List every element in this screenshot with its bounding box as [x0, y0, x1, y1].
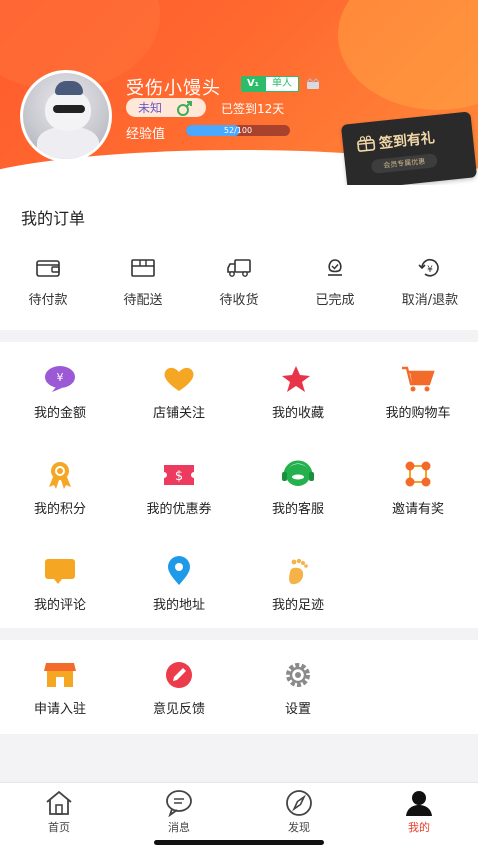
- tab-label: 消息: [168, 821, 190, 834]
- medal-icon: [49, 462, 71, 489]
- home-indicator: [154, 840, 324, 845]
- male-icon: [177, 101, 192, 116]
- service-label: 设置: [284, 702, 311, 717]
- settings-icon: [286, 663, 310, 687]
- gender-text: 未知: [138, 101, 163, 115]
- service-label: 我的优惠券: [146, 502, 212, 517]
- section-divider: [0, 330, 478, 342]
- vip-level-badge: V₁: [241, 76, 265, 92]
- settings[interactable]: 设置: [243, 660, 353, 717]
- order-pending-delivery[interactable]: 待配送: [98, 257, 188, 308]
- order-label: 待配送: [123, 293, 163, 308]
- signin-reward-card[interactable]: 签到有礼 会员专属优惠: [340, 111, 478, 185]
- home-icon: [46, 790, 72, 815]
- tab-discover[interactable]: 发现: [259, 789, 339, 835]
- svg-text:$: $: [175, 469, 183, 484]
- tab-home[interactable]: 首页: [19, 789, 99, 835]
- gift-icon: [357, 135, 376, 152]
- location-icon: [168, 556, 190, 585]
- order-label: 已完成: [315, 293, 355, 308]
- service-cart[interactable]: 我的购物车: [363, 364, 473, 421]
- order-label: 取消/退款: [401, 293, 459, 308]
- orders-title: 我的订单: [21, 209, 86, 228]
- profile-header: 受伤小馒头 V₁ 单人 未知 已签到12天 经验值 52/100 签到有礼 会员…: [0, 0, 478, 185]
- avatar[interactable]: [20, 70, 112, 162]
- signin-card-subtitle: 会员专属优惠: [370, 153, 438, 174]
- services-grid: ¥ 我的金额 店铺关注 我的收藏 我的购物车 我的积分 $ 我的优惠券 我的客服…: [0, 342, 478, 628]
- order-refund[interactable]: ¥ 取消/退款: [385, 257, 475, 308]
- service-label: 我的积分: [33, 502, 86, 517]
- order-pending-payment[interactable]: 待付款: [3, 257, 93, 308]
- service-label: 我的客服: [271, 502, 324, 517]
- tab-profile[interactable]: 我的: [379, 789, 459, 835]
- tab-messages[interactable]: 消息: [139, 789, 219, 835]
- service-coupons[interactable]: $ 我的优惠券: [124, 460, 234, 517]
- service-followed-stores[interactable]: 店铺关注: [124, 364, 234, 421]
- vip-label: 单人: [265, 76, 299, 92]
- header-decoration: [338, 0, 478, 110]
- service-customer-support[interactable]: 我的客服: [243, 460, 353, 517]
- store-icon: [44, 663, 76, 687]
- service-label: 我的收藏: [271, 406, 324, 421]
- service-label: 我的足迹: [271, 598, 324, 613]
- exp-text: 52/100: [223, 126, 253, 135]
- service-label: 我的购物车: [385, 406, 451, 421]
- headset-icon: [282, 460, 314, 486]
- package-icon: [131, 259, 155, 277]
- tab-label: 发现: [288, 821, 310, 834]
- service-balance[interactable]: ¥ 我的金额: [5, 364, 115, 421]
- profile-icon: [406, 791, 432, 816]
- page-bottom-space: [0, 734, 478, 782]
- order-label: 待收货: [219, 293, 259, 308]
- invite-icon: [405, 461, 431, 487]
- signin-card-title: 签到有礼: [378, 130, 436, 153]
- service-footprints[interactable]: 我的足迹: [243, 556, 353, 613]
- svg-text:¥: ¥: [427, 265, 433, 275]
- crown-icon: [306, 78, 320, 89]
- refund-icon: ¥: [418, 258, 439, 277]
- feedback-icon: [166, 662, 192, 688]
- service-label: 邀请有奖: [391, 502, 444, 517]
- check-flower-icon: [328, 259, 342, 276]
- footprint-icon: [289, 558, 308, 585]
- svg-text:¥: ¥: [57, 371, 64, 384]
- service-label: 申请入驻: [33, 702, 86, 717]
- order-label: 待付款: [28, 293, 68, 308]
- tab-label: 首页: [48, 821, 70, 834]
- feedback[interactable]: 意见反馈: [124, 660, 234, 717]
- username: 受伤小馒头: [126, 78, 221, 99]
- order-completed[interactable]: 已完成: [290, 257, 380, 308]
- coupon-icon: $: [164, 465, 194, 485]
- service-label: 我的评论: [33, 598, 86, 613]
- compass-icon: [286, 790, 312, 816]
- heart-icon: [164, 367, 194, 391]
- truck-icon: [227, 259, 251, 277]
- comment-icon: [45, 559, 75, 584]
- service-label: 我的地址: [152, 598, 205, 613]
- more-section: 申请入驻 意见反馈 设置: [0, 640, 478, 734]
- orders-section: 我的订单 待付款 待配送 待收货 已完成 ¥ 取消/退款: [0, 185, 478, 330]
- money-icon: ¥: [45, 366, 75, 392]
- order-pending-receipt[interactable]: 待收货: [194, 257, 284, 308]
- signin-days: 已签到12天: [221, 102, 285, 116]
- service-label: 我的金额: [33, 406, 86, 421]
- section-divider: [0, 628, 478, 640]
- service-invite-rewards[interactable]: 邀请有奖: [363, 460, 473, 517]
- tab-label: 我的: [408, 821, 430, 834]
- star-icon: [282, 366, 312, 392]
- service-label: 店铺关注: [152, 406, 205, 421]
- service-points[interactable]: 我的积分: [5, 460, 115, 517]
- message-icon: [166, 790, 192, 817]
- service-favorites[interactable]: 我的收藏: [243, 364, 353, 421]
- cart-icon: [402, 366, 435, 392]
- service-reviews[interactable]: 我的评论: [5, 556, 115, 613]
- service-address[interactable]: 我的地址: [124, 556, 234, 613]
- exp-label: 经验值: [126, 127, 166, 142]
- apply-store-entry[interactable]: 申请入驻: [5, 660, 115, 717]
- service-label: 意见反馈: [152, 702, 205, 717]
- wallet-icon: [36, 260, 60, 277]
